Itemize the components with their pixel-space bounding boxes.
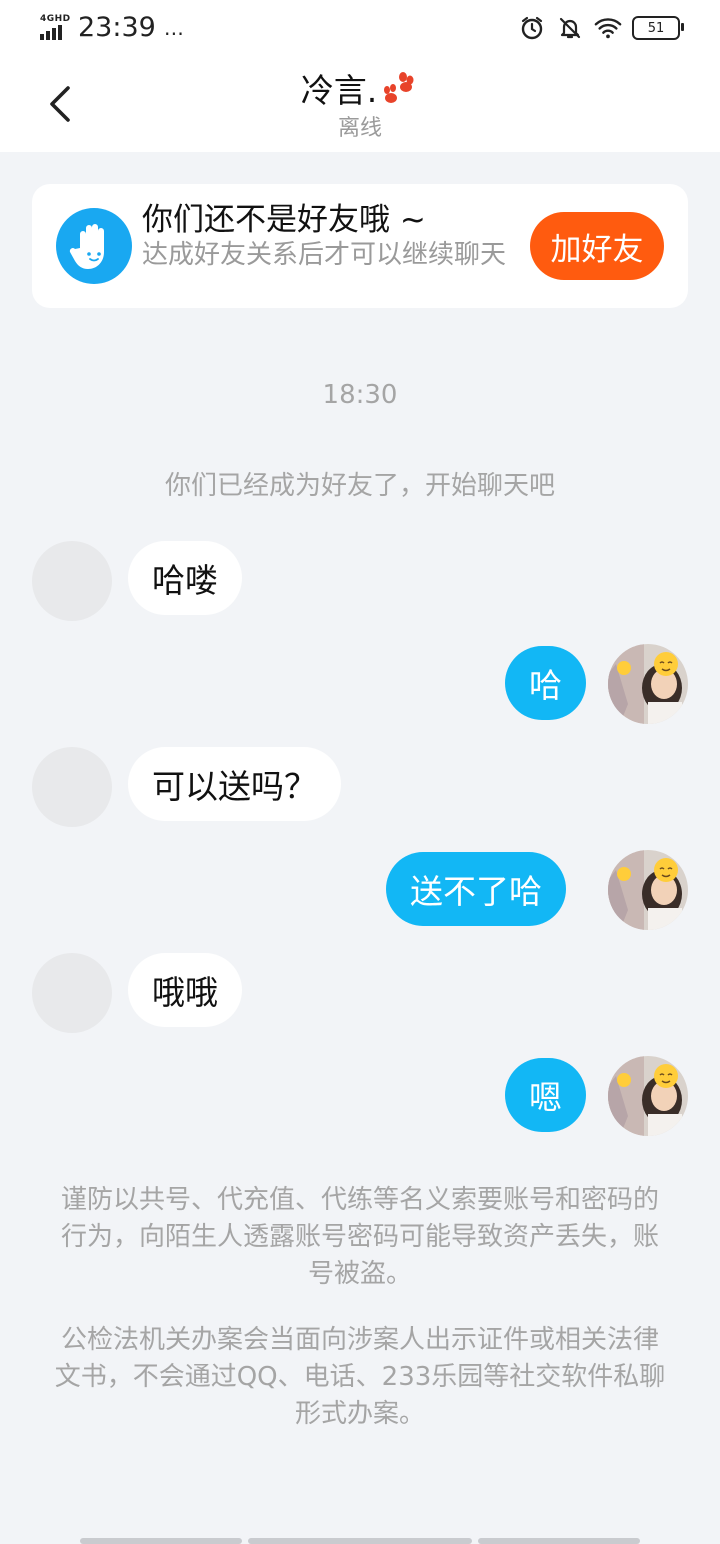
avatar-photo-icon [608,1056,688,1136]
message-bubble-outgoing[interactable]: 送不了哈 [386,852,566,926]
avatar-photo-icon [608,644,688,724]
add-friend-button[interactable]: 加好友 [530,212,664,280]
banner-title: 你们还不是好友哦 ~ [142,202,426,238]
gesture-bar [248,1538,472,1544]
signal-icon: 4GHD [40,14,72,42]
gesture-bar [80,1538,242,1544]
status-time: 23:39 [78,12,156,43]
contact-status: 离线 [337,116,382,141]
gesture-bar [478,1538,640,1544]
contact-name[interactable]: 冷言. [301,64,420,112]
message-bubble-outgoing[interactable]: 嗯 [505,1058,586,1132]
alarm-icon [518,14,546,42]
message-bubble-incoming[interactable]: 哈喽 [128,541,242,615]
my-avatar[interactable] [608,644,688,724]
banner-description: 达成好友关系后才可以继续聊天 [142,240,507,270]
message-bubble-outgoing[interactable]: 哈 [505,646,586,720]
network-type: 4GHD [40,13,71,24]
avatar-photo-icon [608,850,688,930]
message-bubble-incoming[interactable]: 可以送吗？ [128,747,341,821]
hand-wave-icon [56,208,132,284]
message-bubble-incoming[interactable]: 哦哦 [128,953,242,1027]
contact-avatar[interactable] [32,747,112,827]
contact-name-text: 冷言. [300,71,378,110]
my-avatar[interactable] [608,1056,688,1136]
battery-icon: 51 [632,16,684,40]
paw-emoji-icon [384,72,414,103]
chat-header: 冷言. 离线 [0,56,720,152]
message-timestamp: 18:30 [322,380,398,410]
contact-avatar[interactable] [32,541,112,621]
status-more: … [163,15,185,40]
system-message: 你们已经成为好友了，开始聊天吧 [164,471,555,501]
bell-muted-icon [556,14,584,42]
status-bar: 4GHD 23:39 … 51 [0,0,720,56]
contact-avatar[interactable] [32,953,112,1033]
wifi-icon [594,14,622,42]
my-avatar[interactable] [608,850,688,930]
security-warning-notice: 谨防以共号、代充值、代练等名义索要账号和密码的行为，向陌生人透露账号密码可能导致… [60,1185,659,1289]
not-friends-banner: 你们还不是好友哦 ~ 达成好友关系后才可以继续聊天 加好友 [32,184,688,308]
police-notice: 公检法机关办案会当面向涉案人出示证件或相关法律文书，不会通过QQ、电话、233乐… [54,1325,666,1429]
